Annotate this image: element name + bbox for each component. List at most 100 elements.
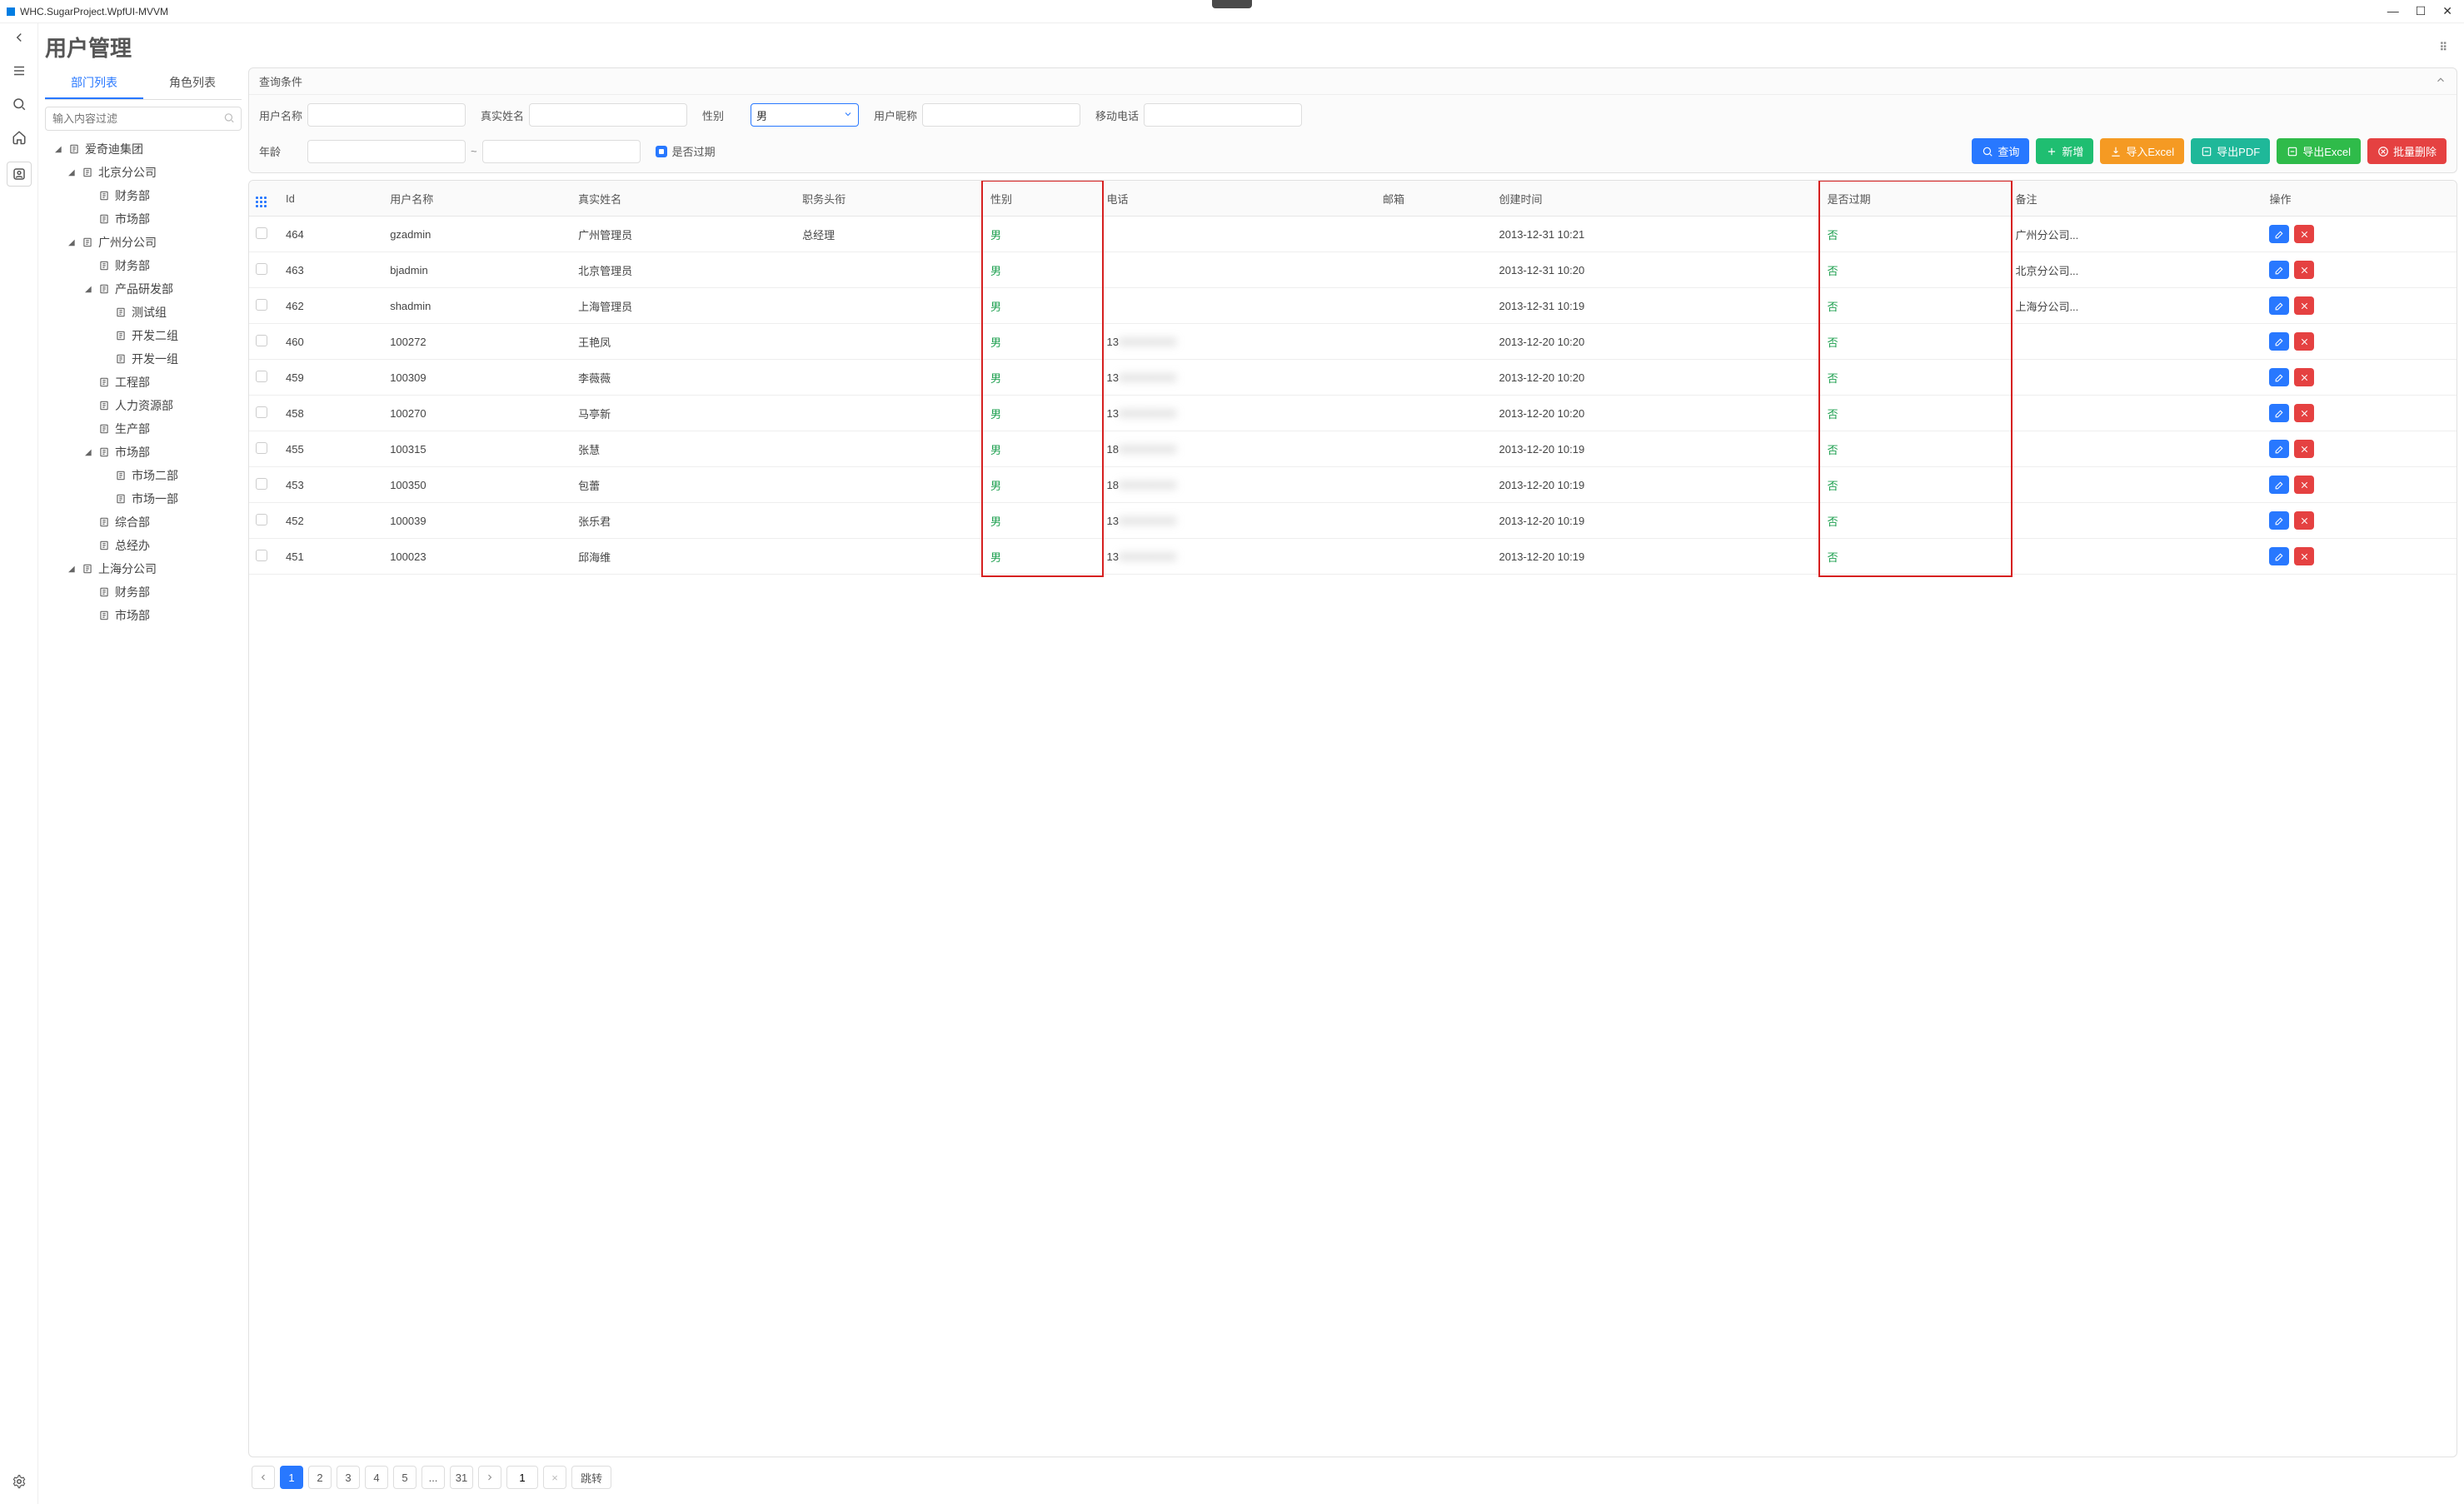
select-gender[interactable]: 男 — [751, 103, 859, 127]
row-checkbox[interactable] — [256, 514, 267, 525]
import-excel-button[interactable]: 导入Excel — [2100, 138, 2184, 164]
caret-icon[interactable]: ◢ — [85, 285, 93, 294]
table-row[interactable]: 464 gzadmin 广州管理员 总经理 男 2013-12-31 10:21… — [249, 217, 2457, 252]
search-icon[interactable] — [10, 95, 28, 113]
table-row[interactable]: 453 100350 包蕾 男 18XXXXXXXX 2013-12-20 10… — [249, 467, 2457, 503]
page-prev[interactable] — [252, 1466, 275, 1489]
batch-delete-button[interactable]: 批量删除 — [2367, 138, 2447, 164]
input-realname[interactable] — [529, 103, 687, 127]
tree-node[interactable]: 生产部 — [45, 417, 242, 441]
row-checkbox[interactable] — [256, 478, 267, 490]
users-icon[interactable] — [7, 162, 32, 187]
tree-node[interactable]: 市场部 — [45, 207, 242, 231]
table-row[interactable]: 452 100039 张乐君 男 13XXXXXXXX 2013-12-20 1… — [249, 503, 2457, 539]
caret-icon[interactable]: ◢ — [85, 448, 93, 457]
tree-filter-input[interactable] — [45, 107, 242, 131]
tree-node[interactable]: 人力资源部 — [45, 394, 242, 417]
edit-button[interactable] — [2269, 225, 2289, 243]
page-number[interactable]: 3 — [337, 1466, 360, 1489]
row-checkbox[interactable] — [256, 299, 267, 311]
table-row[interactable]: 460 100272 王艳凤 男 13XXXXXXXX 2013-12-20 1… — [249, 324, 2457, 360]
page-number[interactable]: 4 — [365, 1466, 388, 1489]
row-checkbox[interactable] — [256, 263, 267, 275]
input-age-from[interactable] — [307, 140, 466, 163]
page-number[interactable]: 2 — [308, 1466, 332, 1489]
row-checkbox[interactable] — [256, 406, 267, 418]
tree-node[interactable]: ◢北京分公司 — [45, 161, 242, 184]
page-number[interactable]: 1 — [280, 1466, 303, 1489]
table-row[interactable]: 458 100270 马亭新 男 13XXXXXXXX 2013-12-20 1… — [249, 396, 2457, 431]
settings-icon[interactable] — [10, 1472, 28, 1491]
tree-node[interactable]: 市场一部 — [45, 487, 242, 510]
tree-node[interactable]: 工程部 — [45, 371, 242, 394]
page-number[interactable]: 31 — [450, 1466, 473, 1489]
row-checkbox[interactable] — [256, 442, 267, 454]
minimize-button[interactable]: — — [2387, 4, 2399, 18]
th-created[interactable]: 创建时间 — [1493, 181, 1821, 217]
th-username[interactable]: 用户名称 — [383, 181, 571, 217]
delete-button[interactable] — [2294, 440, 2314, 458]
edit-button[interactable] — [2269, 368, 2289, 386]
page-goto-input[interactable] — [506, 1466, 538, 1489]
more-icon[interactable]: ⠿ — [2439, 41, 2461, 54]
table-row[interactable]: 463 bjadmin 北京管理员 男 2013-12-31 10:20 否 北… — [249, 252, 2457, 288]
table-row[interactable]: 459 100309 李薇薇 男 13XXXXXXXX 2013-12-20 1… — [249, 360, 2457, 396]
tab-role-list[interactable]: 角色列表 — [143, 67, 242, 99]
dept-tree[interactable]: ◢爱奇迪集团◢北京分公司财务部市场部◢广州分公司财务部◢产品研发部测试组开发二组… — [45, 137, 242, 1497]
checkbox-expired[interactable] — [656, 146, 667, 157]
th-phone[interactable]: 电话 — [1100, 181, 1376, 217]
edit-button[interactable] — [2269, 547, 2289, 565]
row-checkbox[interactable] — [256, 550, 267, 561]
tree-node[interactable]: 开发二组 — [45, 324, 242, 347]
add-button[interactable]: 新增 — [2036, 138, 2093, 164]
tree-node[interactable]: ◢上海分公司 — [45, 557, 242, 580]
delete-button[interactable] — [2294, 332, 2314, 351]
delete-button[interactable] — [2294, 511, 2314, 530]
caret-icon[interactable]: ◢ — [68, 168, 77, 177]
page-jump-button[interactable]: 跳转 — [571, 1466, 611, 1489]
delete-button[interactable] — [2294, 404, 2314, 422]
th-email[interactable]: 邮箱 — [1376, 181, 1493, 217]
tree-node[interactable]: 财务部 — [45, 580, 242, 604]
input-nickname[interactable] — [922, 103, 1080, 127]
th-title[interactable]: 职务头衔 — [796, 181, 984, 217]
tree-node[interactable]: 市场部 — [45, 604, 242, 627]
th-remark[interactable]: 备注 — [2008, 181, 2262, 217]
page-next[interactable] — [478, 1466, 501, 1489]
tree-node[interactable]: 综合部 — [45, 510, 242, 534]
tree-node[interactable]: ◢产品研发部 — [45, 277, 242, 301]
th-gender[interactable]: 性别 — [984, 181, 1100, 217]
drag-icon[interactable] — [256, 197, 267, 207]
caret-icon[interactable]: ◢ — [68, 565, 77, 574]
delete-button[interactable] — [2294, 225, 2314, 243]
th-ops[interactable]: 操作 — [2262, 181, 2457, 217]
delete-button[interactable] — [2294, 476, 2314, 494]
edit-button[interactable] — [2269, 404, 2289, 422]
page-number[interactable]: 5 — [393, 1466, 416, 1489]
home-icon[interactable] — [10, 128, 28, 147]
close-button[interactable]: ✕ — [2442, 4, 2452, 18]
row-checkbox[interactable] — [256, 335, 267, 346]
th-realname[interactable]: 真实姓名 — [571, 181, 796, 217]
tree-node[interactable]: 市场二部 — [45, 464, 242, 487]
tree-node[interactable]: 测试组 — [45, 301, 242, 324]
edit-button[interactable] — [2269, 261, 2289, 279]
row-checkbox[interactable] — [256, 227, 267, 239]
search-button[interactable]: 查询 — [1972, 138, 2029, 164]
tab-dept-list[interactable]: 部门列表 — [45, 67, 143, 99]
table-row[interactable]: 455 100315 张慧 男 18XXXXXXXX 2013-12-20 10… — [249, 431, 2457, 467]
delete-button[interactable] — [2294, 547, 2314, 565]
edit-button[interactable] — [2269, 511, 2289, 530]
tree-node[interactable]: ◢市场部 — [45, 441, 242, 464]
collapse-icon[interactable] — [2435, 74, 2447, 88]
tree-node[interactable]: ◢爱奇迪集团 — [45, 137, 242, 161]
table-row[interactable]: 462 shadmin 上海管理员 男 2013-12-31 10:19 否 上… — [249, 288, 2457, 324]
delete-button[interactable] — [2294, 261, 2314, 279]
th-expired[interactable]: 是否过期 — [1821, 181, 2009, 217]
filter-search-icon[interactable] — [223, 112, 235, 126]
th-id[interactable]: Id — [279, 181, 383, 217]
edit-button[interactable] — [2269, 476, 2289, 494]
export-excel-button[interactable]: 导出Excel — [2277, 138, 2361, 164]
table-row[interactable]: 451 100023 邱海维 男 13XXXXXXXX 2013-12-20 1… — [249, 539, 2457, 575]
input-username[interactable] — [307, 103, 466, 127]
